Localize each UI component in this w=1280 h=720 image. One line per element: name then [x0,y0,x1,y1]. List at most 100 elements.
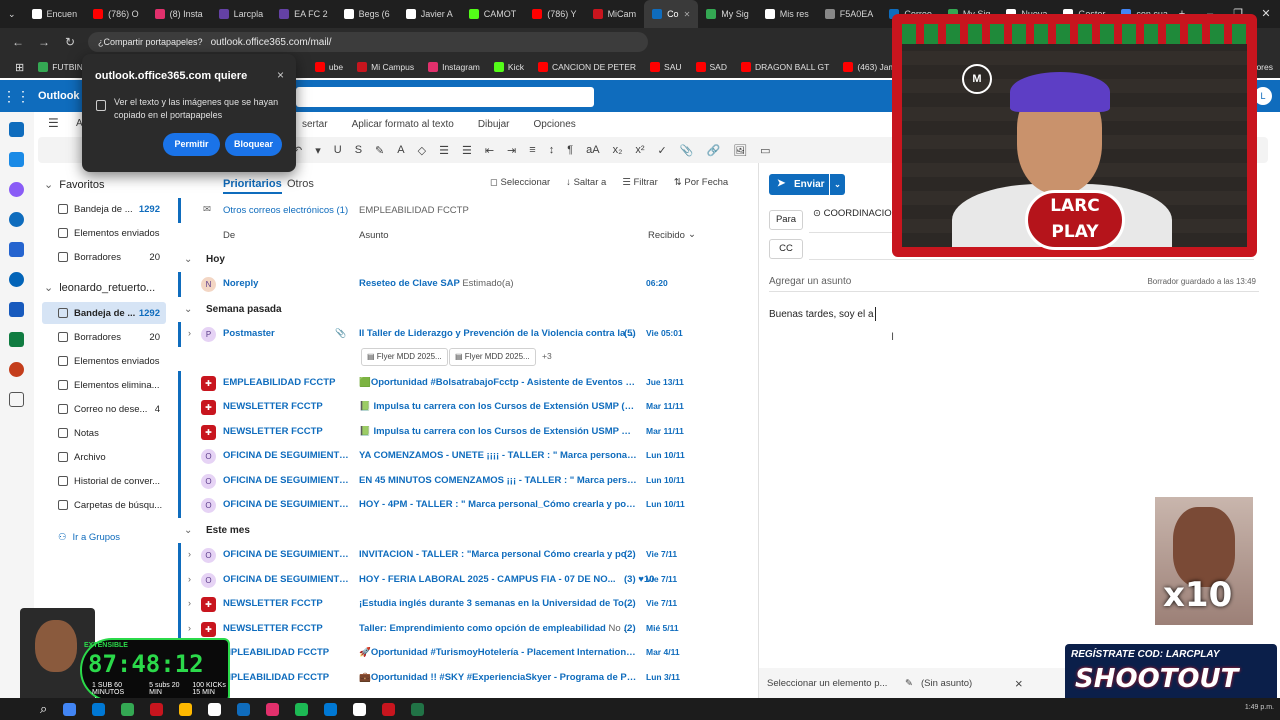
message-row[interactable]: O OFICINA DE SEGUIMIENTO ... YA COMENZAMOS… [178,444,742,469]
bookmark-item[interactable]: Instagram [421,62,487,72]
subject-input[interactable]: Agregar un asunto [769,276,851,287]
format-tool-icon[interactable]: ☰ [439,144,449,157]
message-row[interactable]: ✚MPLEABILIDAD FCCTP🚀Oportunidad #Turismo… [178,641,742,666]
account-folder[interactable]: Elementos elimina... [42,374,166,396]
format-tool-icon[interactable]: ✎ [375,144,384,157]
message-row[interactable]: ✚MPLEABILIDAD FCCTP💼Oportunidad !! #SKY … [178,666,742,691]
status-draft-tab[interactable]: (Sin asunto) [921,678,972,689]
address-bar[interactable]: ¿Compartir portapapeles? outlook.office3… [88,32,648,52]
taskbar-app-icon[interactable] [324,702,338,716]
expand-thread-icon[interactable]: › [188,549,191,559]
groups-link[interactable]: ⚇ Ir a Grupos [42,526,166,548]
browser-tab[interactable]: My Sig [698,0,757,28]
message-row[interactable]: O OFICINA DE SEGUIMIENTO ... HOY - 4PM - T… [178,493,742,518]
group-header[interactable]: ⌄ Semana pasada [184,304,282,315]
browser-tab[interactable]: EA FC 2 [271,0,336,28]
favorite-folder[interactable]: Borradores 20 [42,246,166,268]
tab-focused[interactable]: Prioritarios [223,178,282,194]
search-input[interactable] [296,87,594,107]
favorite-folder[interactable]: Bandeja de ... 1292 [42,198,166,220]
message-row[interactable]: ✚ EMPLEABILIDAD FCCTP 🟩Oportunidad #Bolsat… [178,371,742,396]
tab-search-chevron[interactable]: ⌄ [0,0,24,28]
jump-to-button[interactable]: ↓ Saltar a [566,177,606,188]
todo-icon[interactable] [9,242,24,257]
format-tool-icon[interactable]: ✓ [658,144,667,157]
bookmark-item[interactable]: SAD [689,62,734,72]
mail-icon[interactable] [9,122,24,137]
app-launcher-icon[interactable]: ⋮⋮ [0,88,32,105]
taskbar-app-icon[interactable] [237,702,251,716]
to-button[interactable]: Para [769,210,803,230]
message-row[interactable]: ✚ NEWSLETTER FCCTP 📗 Impulsa tu carrera co… [178,395,742,420]
format-tool-icon[interactable]: ◇ [418,144,426,157]
format-tool-icon[interactable]: ↕ [549,144,555,156]
account-header[interactable]: ⌄ leonardo_retuerto... [44,281,155,295]
clipboard-share-chip[interactable]: ¿Compartir portapapeles? [98,37,203,47]
taskbar-app-icon[interactable] [92,702,106,716]
taskbar-app-icon[interactable] [150,702,164,716]
select-button[interactable]: ◻ Seleccionar [490,177,550,188]
bookmark-item[interactable]: Mi Campus [350,62,421,72]
format-tool-icon[interactable]: x² [635,144,644,156]
account-folder[interactable]: Correo no dese... 4 [42,398,166,420]
recipient-chip[interactable]: ⊙ COORDINACION [813,208,899,219]
block-button[interactable]: Bloquear [225,133,282,156]
account-folder[interactable]: Elementos enviados [42,350,166,372]
account-folder[interactable]: Carpetas de búsqu... [42,494,166,516]
attachment-chip[interactable]: ▤ Flyer MDD 2025... [361,348,448,366]
taskbar-app-icon[interactable] [63,702,77,716]
onedrive-icon[interactable] [9,272,24,287]
group-header[interactable]: ⌄ Este mes [184,525,250,536]
message-row[interactable]: › O OFICINA DE SEGUIMIENTO ... INVITACION -… [178,543,742,568]
format-tool-icon[interactable]: ▾ [315,144,321,157]
tab-opciones[interactable]: Opciones [534,119,576,130]
attachments-more[interactable]: +3 [542,351,552,361]
send-button[interactable]: ➤ Enviar ⌄ [769,174,845,195]
forward-icon[interactable]: → [36,35,52,49]
account-folder[interactable]: Historial de conver... [42,470,166,492]
copilot-icon[interactable] [9,182,24,197]
browser-tab[interactable]: (8) Insta [147,0,211,28]
other-mail-banner[interactable]: ✉ Otros correos electrónicos (1) EMPLEAB… [178,198,742,223]
tab-insertar[interactable]: sertar [302,119,328,130]
expand-thread-icon[interactable]: › [188,598,191,608]
word-icon[interactable] [9,302,24,317]
format-tool-icon[interactable]: S [355,144,362,156]
browser-tab[interactable]: F5A0EA [817,0,882,28]
message-row[interactable]: › ✚ NEWSLETTER FCCTP Taller: Emprendimiento… [178,617,742,642]
browser-tab[interactable]: Larcpla [211,0,272,28]
filter-button[interactable]: ☰ Filtrar [622,177,657,188]
format-tool-icon[interactable]: ≡ [529,144,535,156]
col-received[interactable]: Recibido [648,230,685,241]
format-tool-icon[interactable]: x₂ [613,144,623,156]
back-icon[interactable]: ← [10,35,26,49]
format-tool-icon[interactable]: ☰ [462,144,472,157]
taskbar-app-icon[interactable] [353,702,367,716]
taskbar-app-icon[interactable] [179,702,193,716]
format-tool-icon[interactable]: 🖼 [733,144,747,157]
people-icon[interactable] [9,212,24,227]
taskbar-app-icon[interactable] [121,702,135,716]
search-icon[interactable]: ⌕ [40,701,47,717]
account-folder[interactable]: Borradores 20 [42,326,166,348]
status-select-item[interactable]: Seleccionar un elemento p... [767,678,887,689]
apps-grid-icon[interactable]: ⊞ [8,61,31,74]
outlook-brand[interactable]: Outlook [38,90,80,102]
account-folder[interactable]: Bandeja de ... 1292 [42,302,166,324]
group-header[interactable]: ⌄ Hoy [184,254,225,265]
browser-tab[interactable]: MiCam [585,0,645,28]
taskbar-app-icon[interactable] [411,702,425,716]
favorite-folder[interactable]: Elementos enviados [42,222,166,244]
bookmark-item[interactable]: CANCION DE PETER [531,62,643,72]
format-tool-icon[interactable]: ⇤ [485,144,494,157]
format-tool-icon[interactable]: U [334,144,342,156]
account-folder[interactable]: Archivo [42,446,166,468]
browser-tab[interactable]: Encuen [24,0,86,28]
message-row[interactable]: O OFICINA DE SEGUIMIENTO ... EN 45 MINUTOS… [178,469,742,494]
bookmark-item[interactable]: SAU [643,62,688,72]
expand-thread-icon[interactable]: › [188,328,191,338]
browser-tab[interactable]: Mis res [757,0,817,28]
message-row[interactable]: ✚ NEWSLETTER FCCTP 📗 Impulsa tu carrera co… [178,420,742,445]
account-folder[interactable]: Notas [42,422,166,444]
reload-icon[interactable]: ↻ [62,35,78,49]
